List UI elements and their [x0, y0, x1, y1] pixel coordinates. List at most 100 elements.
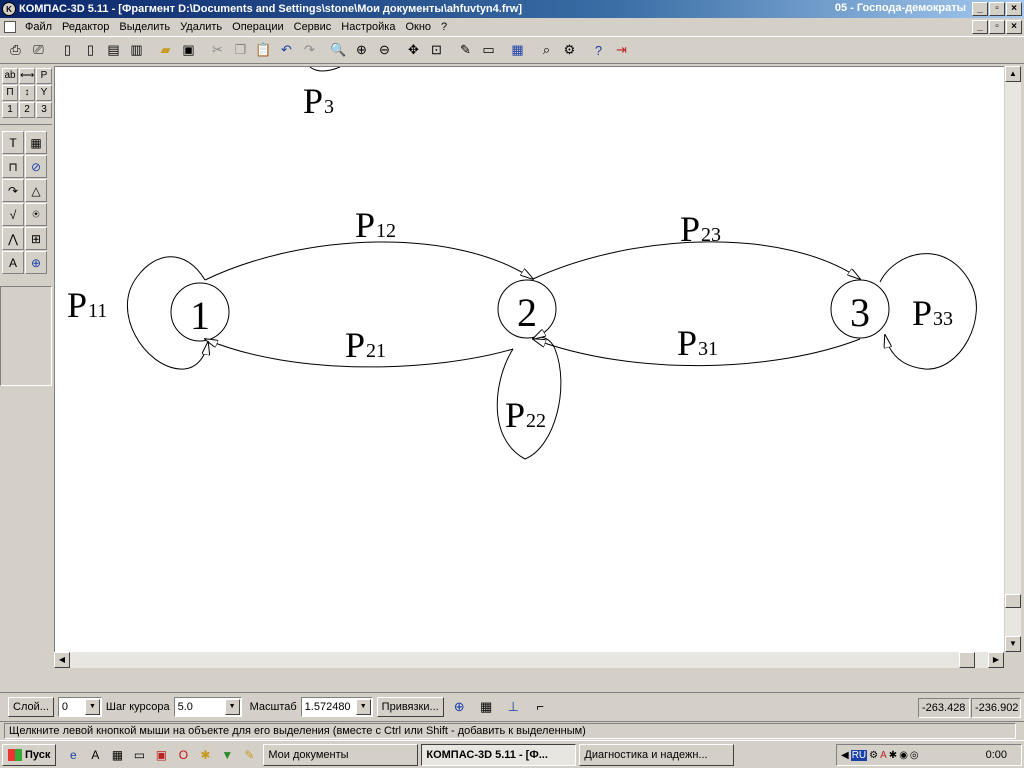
new-spec-icon[interactable]: ▥: [125, 39, 148, 61]
edge-1-2[interactable]: [204, 241, 533, 280]
measure-mode-icon[interactable]: ↕: [19, 85, 35, 101]
table-tool-icon[interactable]: ▦: [25, 131, 47, 154]
menu-delete[interactable]: Удалить: [175, 21, 227, 33]
undo-icon[interactable]: ↶: [275, 39, 298, 61]
task-my-documents[interactable]: Мои документы: [263, 743, 419, 766]
chevron-down-icon[interactable]: ▼: [355, 698, 371, 715]
menu-edit[interactable]: Редактор: [57, 21, 114, 33]
drawing-canvas[interactable]: 1 2 3 P3 P12 P23 P11 P21 P31 P33 P22: [54, 66, 1004, 652]
document-icon[interactable]: [4, 21, 16, 33]
tray-cd-icon[interactable]: ◎: [910, 750, 919, 761]
save-icon[interactable]: ▣: [177, 39, 200, 61]
tray-app-icon[interactable]: ⚙: [869, 750, 878, 761]
app-grid-icon[interactable]: ▦: [106, 745, 128, 765]
grid-icon[interactable]: ▦: [475, 696, 498, 718]
tray-disk-icon[interactable]: ◉: [899, 750, 908, 761]
cut-icon[interactable]: ✂: [206, 39, 229, 61]
vertical-scroll-thumb[interactable]: [1005, 594, 1021, 608]
kompas-app-icon[interactable]: K: [2, 2, 16, 16]
view-3-button[interactable]: 3: [36, 102, 52, 118]
lib-icon[interactable]: ⚙: [558, 39, 581, 61]
doc-minimize-button[interactable]: _: [972, 20, 988, 34]
leader-icon[interactable]: ⋀: [2, 227, 24, 250]
new-doc-icon[interactable]: ▯: [79, 39, 102, 61]
menu-settings[interactable]: Настройка: [336, 21, 400, 33]
edge-top-loop[interactable]: [309, 67, 341, 72]
arc-dim-icon[interactable]: ↷: [2, 179, 24, 202]
dimension-mode-icon[interactable]: ⟷: [19, 68, 35, 84]
roughness-icon[interactable]: √: [2, 203, 24, 226]
scroll-up-icon[interactable]: ▲: [1005, 66, 1021, 82]
app-v-icon[interactable]: ▼: [216, 745, 238, 765]
volume-icon[interactable]: ◀: [841, 750, 849, 761]
calc-icon[interactable]: ▦: [506, 39, 529, 61]
app-window-icon[interactable]: ▭: [128, 745, 150, 765]
measure-icon[interactable]: ⌕: [535, 39, 558, 61]
menu-select[interactable]: Выделить: [114, 21, 175, 33]
print-icon[interactable]: ⎚: [27, 39, 50, 61]
copy-icon[interactable]: ❐: [229, 39, 252, 61]
scroll-down-icon[interactable]: ▼: [1005, 636, 1021, 652]
scroll-right-icon[interactable]: ▶: [988, 652, 1004, 668]
pan-icon[interactable]: ✥: [402, 39, 425, 61]
snap-settings-icon[interactable]: ⊕: [448, 696, 471, 718]
text-mode-icon[interactable]: ab: [2, 68, 18, 84]
app-star-icon[interactable]: ✱: [194, 745, 216, 765]
ortho-icon[interactable]: ⌐: [529, 696, 552, 718]
app-pen-icon[interactable]: ✎: [238, 745, 260, 765]
chevron-down-icon[interactable]: ▼: [84, 698, 100, 715]
maximize-button[interactable]: ▫: [989, 2, 1005, 16]
task-kompas[interactable]: КОМПАС-3D 5.11 - [Ф...: [421, 743, 577, 766]
acrobat-icon[interactable]: A: [880, 750, 887, 761]
menu-help[interactable]: ?: [436, 21, 452, 33]
ie-icon[interactable]: e: [62, 745, 84, 765]
diameter-dim-icon[interactable]: ⊘: [25, 155, 47, 178]
new-text-icon[interactable]: ▤: [102, 39, 125, 61]
node-2[interactable]: 2: [497, 279, 557, 339]
preview-icon[interactable]: ⎙: [4, 39, 27, 61]
exit-icon[interactable]: ⇥: [610, 39, 633, 61]
horizontal-scrollbar[interactable]: ◀ ▶: [54, 652, 1004, 668]
scroll-left-icon[interactable]: ◀: [54, 652, 70, 668]
label-tool-icon[interactable]: A: [2, 251, 24, 274]
minimize-button[interactable]: _: [972, 2, 988, 16]
base-icon[interactable]: ⍟: [25, 203, 47, 226]
local-cs-icon[interactable]: ⊥: [502, 696, 525, 718]
app-a-icon[interactable]: A: [84, 745, 106, 765]
menu-file[interactable]: Файл: [20, 21, 57, 33]
edit-icon[interactable]: ✎: [454, 39, 477, 61]
zoom-out-icon[interactable]: ⊖: [373, 39, 396, 61]
paste-icon[interactable]: 📋: [252, 39, 275, 61]
opera-icon[interactable]: O: [172, 745, 194, 765]
angle-dim-icon[interactable]: △: [25, 179, 47, 202]
linear-dim-icon[interactable]: ⊓: [2, 155, 24, 178]
node-3[interactable]: 3: [830, 279, 890, 339]
view-1-button[interactable]: 1: [2, 102, 18, 118]
snap-button[interactable]: Привязки...: [376, 696, 444, 717]
center-mark-icon[interactable]: ⊕: [25, 251, 47, 274]
menu-operations[interactable]: Операции: [227, 21, 288, 33]
zoom-in-icon[interactable]: ⊕: [350, 39, 373, 61]
task-diagnostics[interactable]: Диагностика и надежн...: [579, 743, 735, 766]
layer-select[interactable]: 0 ▼: [57, 696, 102, 717]
node-1[interactable]: 1: [170, 282, 230, 342]
tray-network-icon[interactable]: ✱: [889, 750, 897, 761]
redo-icon[interactable]: ↷: [298, 39, 321, 61]
floppy-icon[interactable]: ▣: [150, 745, 172, 765]
view-2-button[interactable]: 2: [19, 102, 35, 118]
select-mode-icon[interactable]: Y: [36, 85, 52, 101]
open-icon[interactable]: ▰: [154, 39, 177, 61]
panel-icon[interactable]: ▭: [477, 39, 500, 61]
layer-button[interactable]: Слой...: [8, 696, 54, 717]
fit-icon[interactable]: ⊡: [425, 39, 448, 61]
menu-service[interactable]: Сервис: [289, 21, 337, 33]
new-icon[interactable]: ▯: [56, 39, 79, 61]
zoom-icon[interactable]: 🔍: [327, 39, 350, 61]
doc-restore-button[interactable]: ▫: [989, 20, 1005, 34]
language-indicator[interactable]: RU: [850, 749, 868, 761]
text-tool-icon[interactable]: T: [2, 131, 24, 154]
start-button[interactable]: Пуск: [2, 743, 57, 766]
scale-select[interactable]: 1.572480 ▼: [300, 696, 373, 717]
vertical-scrollbar[interactable]: ▲ ▼: [1005, 66, 1021, 652]
close-button[interactable]: ×: [1006, 2, 1022, 16]
